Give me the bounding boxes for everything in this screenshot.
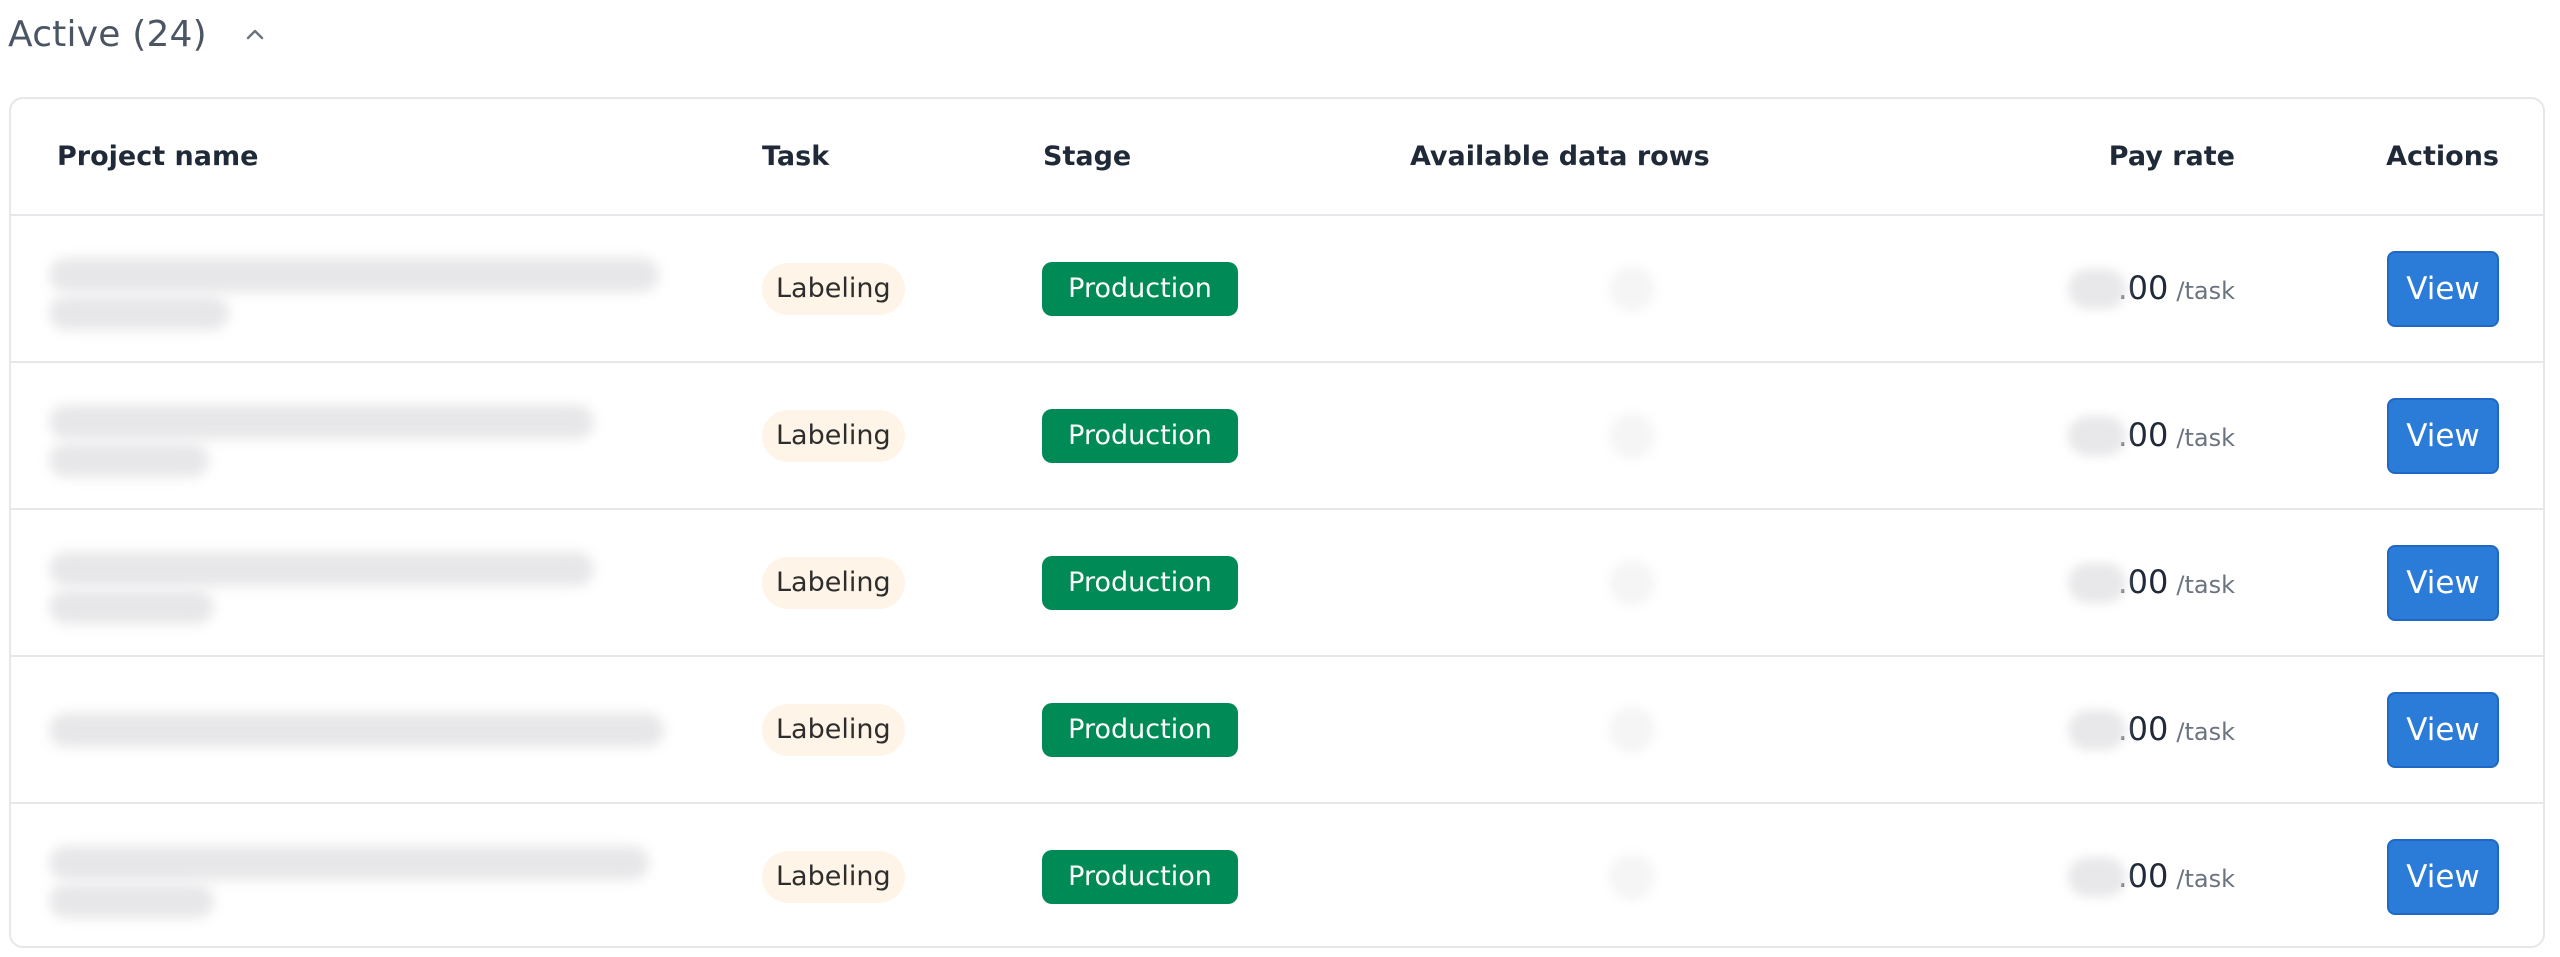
available-data-rows-cell bbox=[1609, 216, 1655, 361]
stage-badge: Production bbox=[1042, 261, 1238, 316]
pay-rate: .00 /task bbox=[2067, 415, 2235, 456]
pay-rate: .00 /task bbox=[2067, 268, 2235, 309]
data-rows-redacted bbox=[1609, 706, 1655, 753]
actions-cell: View bbox=[2387, 363, 2499, 508]
pay-redacted bbox=[2067, 709, 2126, 750]
view-button[interactable]: View bbox=[2387, 544, 2499, 621]
table-header: Project name Task Stage Available data r… bbox=[11, 99, 2543, 216]
pay-redacted bbox=[2067, 415, 2126, 456]
project-name-redacted bbox=[49, 832, 669, 922]
project-name-redacted bbox=[49, 700, 669, 760]
view-button[interactable]: View bbox=[2387, 250, 2499, 327]
chevron-up-icon bbox=[246, 29, 264, 40]
pay-unit: /task bbox=[2176, 717, 2235, 746]
section-title: Active (24) bbox=[8, 13, 207, 55]
task-cell: Labeling bbox=[762, 657, 905, 802]
table-row: Labeling Production .00 /task View bbox=[11, 363, 2543, 510]
available-data-rows-cell bbox=[1609, 657, 1655, 802]
task-pill: Labeling bbox=[762, 556, 905, 609]
data-rows-redacted bbox=[1609, 412, 1655, 459]
stage-cell: Production bbox=[1042, 657, 1238, 802]
collapse-toggle[interactable] bbox=[237, 16, 273, 52]
actions-cell: View bbox=[2387, 510, 2499, 655]
stage-badge: Production bbox=[1042, 555, 1238, 610]
available-data-rows-cell bbox=[1609, 510, 1655, 655]
project-name-cell bbox=[49, 216, 689, 361]
pay-rate-cell: .00 /task bbox=[2067, 657, 2235, 802]
task-pill: Labeling bbox=[762, 703, 905, 756]
pay-rate-cell: .00 /task bbox=[2067, 363, 2235, 508]
task-cell: Labeling bbox=[762, 363, 905, 508]
data-rows-redacted bbox=[1609, 853, 1655, 900]
data-rows-redacted bbox=[1609, 265, 1655, 312]
actions-cell: View bbox=[2387, 657, 2499, 802]
task-pill: Labeling bbox=[762, 262, 905, 315]
pay-unit: /task bbox=[2176, 276, 2235, 305]
pay-rate: .00 /task bbox=[2067, 856, 2235, 897]
project-name-cell bbox=[49, 510, 689, 655]
projects-table: Project name Task Stage Available data r… bbox=[9, 97, 2545, 948]
pay-redacted bbox=[2067, 856, 2126, 897]
actions-cell: View bbox=[2387, 216, 2499, 361]
stage-badge: Production bbox=[1042, 849, 1238, 904]
project-name-redacted bbox=[49, 538, 669, 628]
table-row: Labeling Production .00 /task View bbox=[11, 657, 2543, 804]
pay-rate: .00 /task bbox=[2067, 709, 2235, 750]
stage-badge: Production bbox=[1042, 408, 1238, 463]
data-rows-redacted bbox=[1609, 559, 1655, 606]
stage-cell: Production bbox=[1042, 216, 1238, 361]
section-header: Active (24) bbox=[8, 8, 273, 60]
table-row: Labeling Production .00 /task View bbox=[11, 510, 2543, 657]
pay-unit: /task bbox=[2176, 570, 2235, 599]
pay-rate-cell: .00 /task bbox=[2067, 804, 2235, 946]
project-name-redacted bbox=[49, 244, 669, 334]
task-cell: Labeling bbox=[762, 216, 905, 361]
pay-rate-cell: .00 /task bbox=[2067, 510, 2235, 655]
view-button[interactable]: View bbox=[2387, 838, 2499, 915]
pay-rate-cell: .00 /task bbox=[2067, 216, 2235, 361]
view-button[interactable]: View bbox=[2387, 397, 2499, 474]
pay-redacted bbox=[2067, 562, 2126, 603]
project-name-cell bbox=[49, 363, 689, 508]
header-stage: Stage bbox=[1043, 141, 1132, 172]
table-row: Labeling Production .00 /task View bbox=[11, 216, 2543, 363]
actions-cell: View bbox=[2387, 804, 2499, 946]
stage-cell: Production bbox=[1042, 804, 1238, 946]
task-cell: Labeling bbox=[762, 510, 905, 655]
header-task: Task bbox=[762, 141, 830, 172]
header-available-data-rows: Available data rows bbox=[1410, 141, 1710, 172]
pay-redacted bbox=[2067, 268, 2126, 309]
project-name-redacted bbox=[49, 391, 669, 481]
available-data-rows-cell bbox=[1609, 363, 1655, 508]
view-button[interactable]: View bbox=[2387, 691, 2499, 768]
table-row: Labeling Production .00 /task View bbox=[11, 804, 2543, 946]
stage-cell: Production bbox=[1042, 363, 1238, 508]
task-pill: Labeling bbox=[762, 409, 905, 462]
pay-unit: /task bbox=[2176, 423, 2235, 452]
task-pill: Labeling bbox=[762, 850, 905, 903]
stage-cell: Production bbox=[1042, 510, 1238, 655]
header-actions: Actions bbox=[2386, 141, 2499, 172]
pay-rate: .00 /task bbox=[2067, 562, 2235, 603]
header-project-name: Project name bbox=[57, 141, 259, 172]
project-name-cell bbox=[49, 804, 689, 946]
pay-unit: /task bbox=[2176, 864, 2235, 893]
available-data-rows-cell bbox=[1609, 804, 1655, 946]
task-cell: Labeling bbox=[762, 804, 905, 946]
header-pay-rate: Pay rate bbox=[2108, 141, 2235, 172]
stage-badge: Production bbox=[1042, 702, 1238, 757]
project-name-cell bbox=[49, 657, 689, 802]
